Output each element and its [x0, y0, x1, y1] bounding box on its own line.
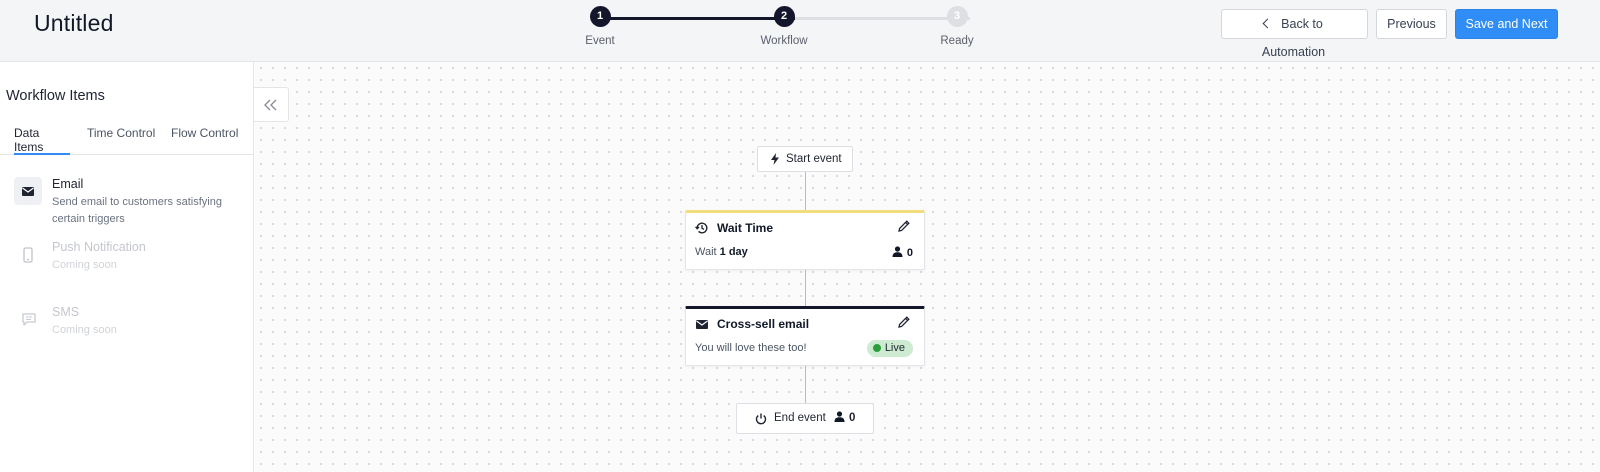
wait-prefix: Wait	[695, 246, 717, 258]
status-label: Live	[884, 342, 905, 354]
node-user-count: 0	[892, 245, 913, 259]
start-event-node[interactable]: Start event	[757, 146, 853, 172]
previous-button[interactable]: Previous	[1376, 9, 1447, 39]
page-title: Untitled	[34, 10, 114, 36]
top-bar: Untitled 1 Event 2 Workflow 3 Ready Back…	[0, 0, 1600, 62]
start-event-label: Start event	[786, 153, 842, 165]
step-number: 1	[589, 6, 611, 27]
mail-icon	[696, 320, 708, 329]
cross-sell-email-node[interactable]: Cross-sell email You will love these too…	[685, 306, 925, 366]
tab-data-items[interactable]: Data Items	[14, 126, 70, 155]
phone-icon	[14, 240, 42, 268]
step-event[interactable]: 1 Event	[560, 6, 640, 47]
item-name: Push Notification	[52, 240, 146, 254]
double-chevron-left-icon	[264, 99, 277, 111]
workflow-item-email[interactable]: Email Send email to customers satisfying…	[14, 177, 244, 229]
user-icon	[834, 411, 845, 422]
tab-flow-control[interactable]: Flow Control	[171, 126, 238, 155]
pencil-icon[interactable]	[897, 315, 911, 329]
node-title: Wait Time	[717, 221, 774, 235]
step-ready[interactable]: 3 Ready	[917, 6, 997, 47]
pencil-icon[interactable]	[897, 219, 911, 233]
item-description: Coming soon	[52, 324, 117, 336]
step-label: Workflow	[760, 35, 808, 47]
sidebar-tabs: Data Items Time Control Flow Control	[0, 120, 254, 155]
step-number: 3	[946, 6, 968, 27]
flow-connector	[805, 366, 806, 403]
collapse-sidebar-button[interactable]	[254, 87, 289, 122]
lightning-icon	[771, 153, 779, 165]
wait-duration: 1 day	[719, 246, 748, 258]
count-value: 0	[849, 412, 856, 424]
workflow-item-sms: SMS Coming soon	[14, 305, 244, 345]
mail-icon	[14, 177, 42, 205]
workflow-item-push-notification: Push Notification Coming soon	[14, 240, 244, 280]
node-subtitle: You will love these too!	[695, 342, 807, 354]
progress-stepper: 1 Event 2 Workflow 3 Ready	[560, 6, 1000, 56]
chat-icon	[14, 305, 42, 333]
step-label: Event	[585, 35, 615, 47]
item-description: Coming soon	[52, 259, 117, 271]
step-label: Ready	[940, 35, 974, 47]
chevron-left-icon	[1262, 18, 1273, 29]
count-value: 0	[906, 247, 913, 259]
wait-time-node[interactable]: Wait Time Wait 1 day 0	[685, 210, 925, 270]
user-icon	[892, 246, 903, 257]
back-to-automation-button[interactable]: Back to Automation	[1221, 9, 1368, 59]
item-description: Send email to customers satisfying certa…	[52, 196, 222, 225]
save-and-next-button[interactable]: Save and Next	[1455, 9, 1558, 39]
sidebar-title: Workflow Items	[6, 88, 105, 104]
step-number: 2	[773, 6, 795, 27]
workflow-items-sidebar: Workflow Items Data Items Time Control F…	[0, 62, 254, 472]
flow-connector	[805, 172, 806, 210]
status-badge: Live	[866, 340, 913, 357]
node-subtitle: Wait 1 day	[695, 246, 748, 258]
item-name: Email	[52, 177, 84, 191]
clock-history-icon	[695, 222, 708, 234]
end-event-node[interactable]: End event 0	[736, 403, 874, 434]
end-user-count: 0	[834, 404, 855, 433]
workflow-canvas[interactable]	[255, 62, 1600, 472]
power-icon	[755, 413, 767, 425]
status-dot	[872, 344, 881, 352]
step-workflow[interactable]: 2 Workflow	[744, 6, 824, 47]
tab-time-control[interactable]: Time Control	[87, 126, 155, 155]
flow-connector	[805, 270, 806, 306]
end-event-label: End event	[774, 412, 826, 424]
node-title: Cross-sell email	[717, 317, 810, 331]
item-name: SMS	[52, 305, 80, 319]
